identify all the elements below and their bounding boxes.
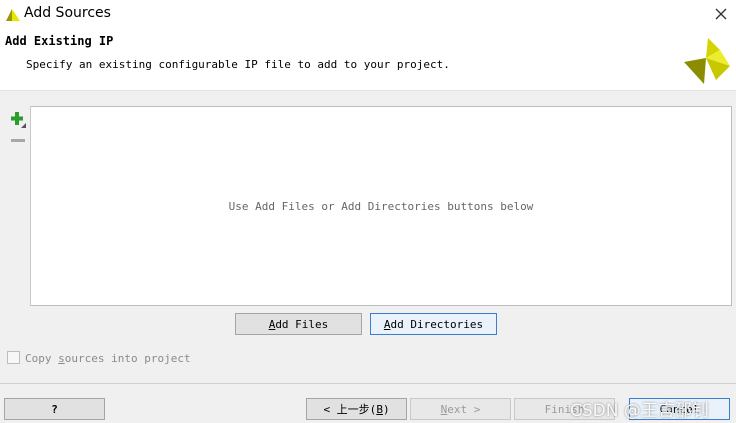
help-button[interactable]: ? (4, 398, 105, 420)
copy-sources-label-pre: Copy (25, 352, 59, 365)
list-placeholder-text: Use Add Files or Add Directories buttons… (228, 200, 534, 213)
page-description: Specify an existing configurable IP file… (26, 58, 450, 71)
vivado-brand-logo-icon (684, 38, 730, 84)
minus-icon[interactable] (10, 136, 26, 146)
page-title: Add Existing IP (5, 34, 114, 48)
wizard-header: Add Existing IP Specify an existing conf… (0, 28, 736, 90)
add-files-hotkey: A (268, 317, 276, 331)
window-title: Add Sources (24, 5, 111, 21)
copy-sources-checkbox[interactable] (7, 351, 20, 364)
add-files-button[interactable]: Add Files (235, 313, 362, 335)
back-label-post: ) (382, 402, 390, 416)
next-button[interactable]: Next > (410, 398, 511, 420)
close-button[interactable] (708, 3, 734, 25)
vivado-logo-icon (6, 9, 20, 21)
close-icon (715, 8, 727, 20)
cancel-button[interactable]: Cancel (629, 398, 730, 420)
plus-icon[interactable] (10, 111, 26, 129)
back-button[interactable]: < 上一步(B) (306, 398, 407, 420)
next-label: ext > (447, 402, 481, 416)
copy-sources-label-post: ources into project (64, 352, 191, 365)
back-label-pre: < 上一步( (323, 403, 377, 416)
add-directories-hotkey: A (383, 317, 391, 331)
add-files-label: dd Files (275, 317, 329, 331)
add-directories-button[interactable]: Add Directories (370, 313, 497, 335)
add-directories-label: dd Directories (390, 317, 484, 331)
copy-sources-hotkey: s (58, 352, 65, 365)
title-bar: Add Sources (0, 0, 736, 28)
copy-sources-label: Copy sources into project (25, 352, 191, 365)
back-hotkey: B (376, 402, 383, 416)
finish-button[interactable]: Finish (514, 398, 615, 420)
next-hotkey: N (440, 402, 448, 416)
